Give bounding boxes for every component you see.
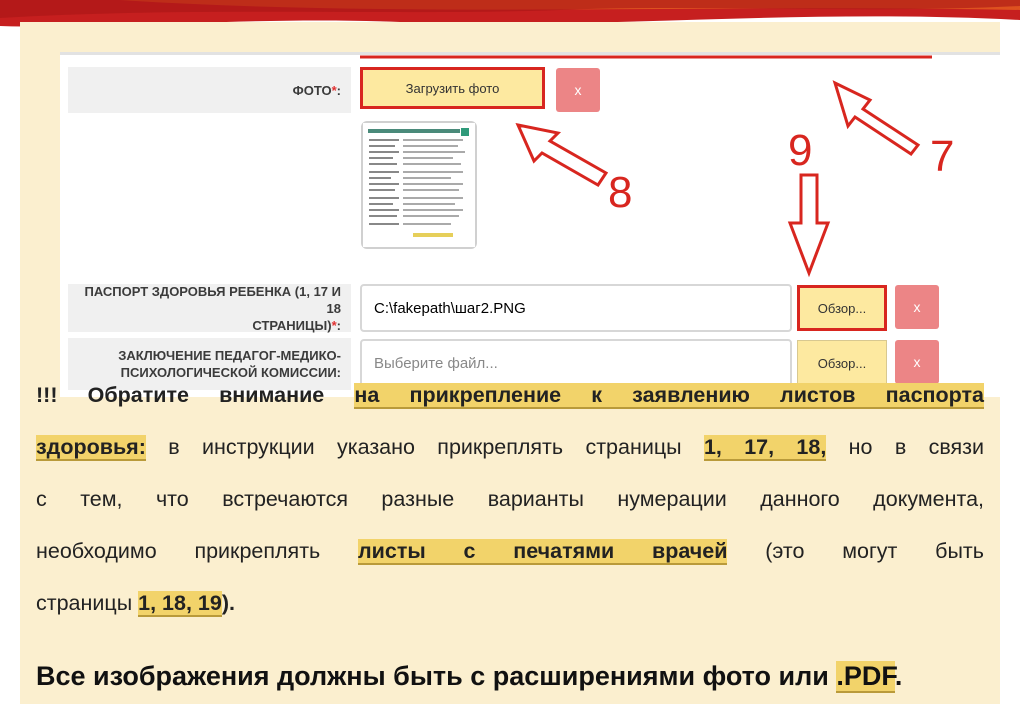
step-9-number: 9 xyxy=(788,126,812,175)
pages-alternative: 1, 18, 19 xyxy=(138,591,222,617)
highlight-doctor-stamps: листы с печатями врачей xyxy=(358,539,728,565)
highlight-passport-pages: на прикрепление к заявлению листов паспо… xyxy=(354,383,984,409)
notice-line-2: здоровья: в инструкции указано прикрепля… xyxy=(36,435,985,461)
step-7-number: 7 xyxy=(930,132,954,181)
arrow-step-9 xyxy=(787,173,831,278)
pages-instruction: 1, 17, 18, xyxy=(703,435,827,461)
notice-line-1: !!! Обратите внимание на прикрепление к … xyxy=(36,383,984,409)
notice-line-4: необходимо прикреплять листы с печатями … xyxy=(36,539,984,565)
annotation-overlay: 7 8 9 xyxy=(360,55,954,278)
arrow-step-7 xyxy=(832,80,921,157)
arrow-step-8 xyxy=(515,122,609,187)
step-8-number: 8 xyxy=(608,168,632,217)
notice-line-3: с тем, что встречаются разные варианты н… xyxy=(36,487,984,511)
pdf-extension: .PDF xyxy=(836,661,895,693)
file-extension-note: Все изображения должны быть с расширения… xyxy=(36,661,903,693)
form-screenshot: ФОТО *: Загрузить фото x ПАСПОРТ ЗДОРОВЬ… xyxy=(60,52,1000,397)
notice-line-5: страницы 1, 18, 19). xyxy=(36,591,235,617)
